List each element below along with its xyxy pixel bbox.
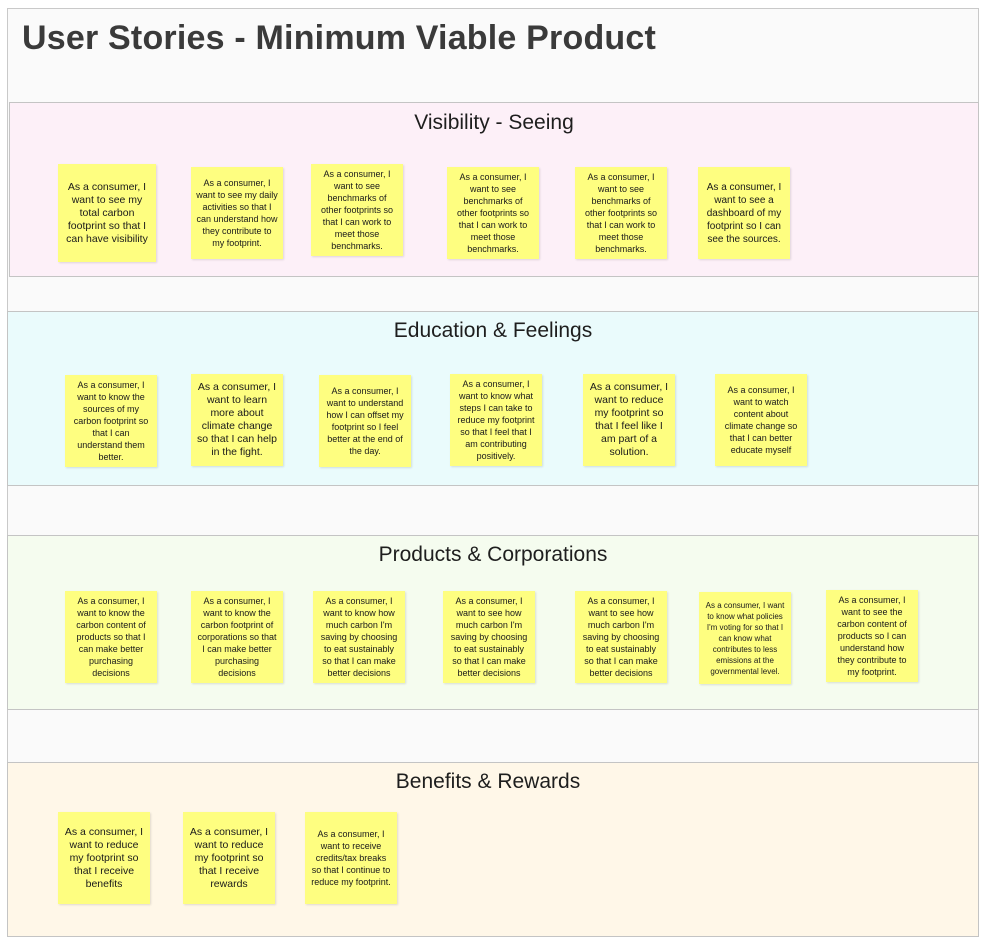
- sticky-note[interactable]: As a consumer, I want to know what steps…: [450, 374, 542, 466]
- sticky-note[interactable]: As a consumer, I want to know how much c…: [313, 591, 405, 683]
- section-title-education: Education & Feelings: [393, 319, 593, 342]
- section-title-benefits: Benefits & Rewards: [395, 770, 581, 793]
- sticky-note[interactable]: As a consumer, I want to see benchmarks …: [447, 167, 539, 259]
- sticky-note[interactable]: As a consumer, I want to watch content a…: [715, 374, 807, 466]
- sticky-note-text: As a consumer, I want to know the carbon…: [76, 596, 146, 678]
- sticky-note[interactable]: As a consumer, I want to learn more abou…: [191, 374, 283, 466]
- sticky-note-text: As a consumer, I want to understand how …: [326, 386, 404, 456]
- sticky-note-text: As a consumer, I want to receive credits…: [311, 829, 391, 887]
- sticky-note-text: As a consumer, I want to reduce my footp…: [64, 825, 144, 890]
- section-benefits: Benefits & Rewards: [7, 762, 979, 937]
- sticky-note-text: As a consumer, I want to know how much c…: [320, 596, 398, 678]
- sticky-note-text: As a consumer, I want to see my daily ac…: [196, 178, 278, 248]
- sticky-note[interactable]: As a consumer, I want to reduce my footp…: [58, 812, 150, 904]
- sticky-note-text: As a consumer, I want to see how much ca…: [450, 596, 528, 678]
- sticky-note[interactable]: As a consumer, I want to see a dashboard…: [698, 167, 790, 259]
- board-title: User Stories - Minimum Viable Product: [22, 19, 657, 57]
- sticky-note-text: As a consumer, I want to see benchmarks …: [584, 172, 658, 254]
- sticky-note[interactable]: As a consumer, I want to see the carbon …: [826, 590, 918, 682]
- sticky-note-text: As a consumer, I want to watch content a…: [724, 385, 798, 455]
- sticky-note[interactable]: As a consumer, I want to see my daily ac…: [191, 167, 283, 259]
- sticky-note-text: As a consumer, I want to know the carbon…: [197, 596, 277, 678]
- sticky-note[interactable]: As a consumer, I want to know what polic…: [699, 592, 791, 684]
- sticky-note-text: As a consumer, I want to see the carbon …: [837, 595, 907, 677]
- sticky-note[interactable]: As a consumer, I want to see benchmarks …: [311, 164, 403, 256]
- sticky-note-text: As a consumer, I want to see benchmarks …: [456, 172, 530, 254]
- sticky-note[interactable]: As a consumer, I want to know the source…: [65, 375, 157, 467]
- section-title-products: Products & Corporations: [378, 543, 608, 566]
- sticky-note-text: As a consumer, I want to know what steps…: [457, 379, 535, 461]
- sticky-note-text: As a consumer, I want to reduce my footp…: [589, 381, 669, 458]
- sticky-note-text: As a consumer, I want to see my total ca…: [66, 180, 148, 245]
- sticky-note-text: As a consumer, I want to learn more abou…: [197, 381, 277, 458]
- sticky-note-text: As a consumer, I want to see benchmarks …: [320, 169, 394, 251]
- sticky-note[interactable]: As a consumer, I want to see how much ca…: [443, 591, 535, 683]
- sticky-note[interactable]: As a consumer, I want to receive credits…: [305, 812, 397, 904]
- sticky-note-text: As a consumer, I want to reduce my footp…: [189, 825, 269, 890]
- sticky-note[interactable]: As a consumer, I want to understand how …: [319, 375, 411, 467]
- sticky-note-text: As a consumer, I want to see a dashboard…: [706, 181, 782, 245]
- sticky-note[interactable]: As a consumer, I want to see how much ca…: [575, 591, 667, 683]
- section-title-visibility: Visibility - Seeing: [414, 111, 574, 134]
- sticky-note-text: As a consumer, I want to see how much ca…: [582, 596, 660, 678]
- sticky-note[interactable]: As a consumer, I want to know the carbon…: [191, 591, 283, 683]
- sticky-note-text: As a consumer, I want to know what polic…: [705, 600, 785, 676]
- sticky-note[interactable]: As a consumer, I want to see my total ca…: [58, 164, 156, 262]
- sticky-note-text: As a consumer, I want to know the source…: [73, 380, 149, 462]
- sticky-note[interactable]: As a consumer, I want to reduce my footp…: [583, 374, 675, 466]
- sticky-note[interactable]: As a consumer, I want to see benchmarks …: [575, 167, 667, 259]
- sticky-note[interactable]: As a consumer, I want to know the carbon…: [65, 591, 157, 683]
- sticky-note[interactable]: As a consumer, I want to reduce my footp…: [183, 812, 275, 904]
